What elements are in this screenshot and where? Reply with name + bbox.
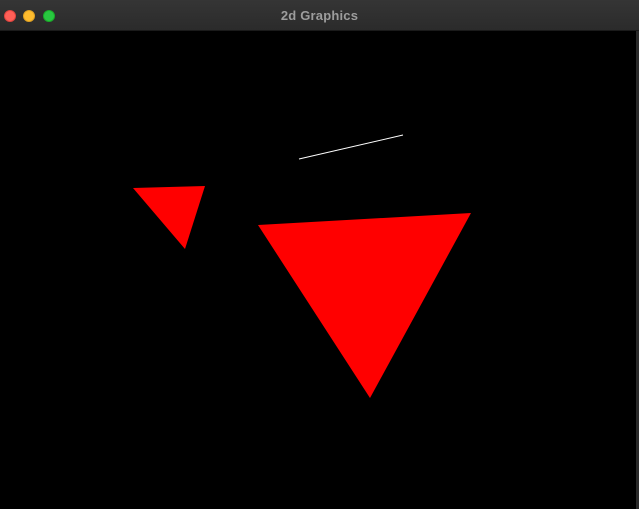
small-triangle	[133, 186, 205, 249]
white-line	[298, 134, 404, 160]
window-title: 2d Graphics	[280, 8, 359, 23]
graphics-canvas[interactable]	[0, 31, 636, 509]
large-triangle	[258, 213, 471, 398]
title-bar[interactable]: 2d Graphics	[0, 0, 639, 31]
app-window: 2d Graphics	[0, 0, 639, 509]
